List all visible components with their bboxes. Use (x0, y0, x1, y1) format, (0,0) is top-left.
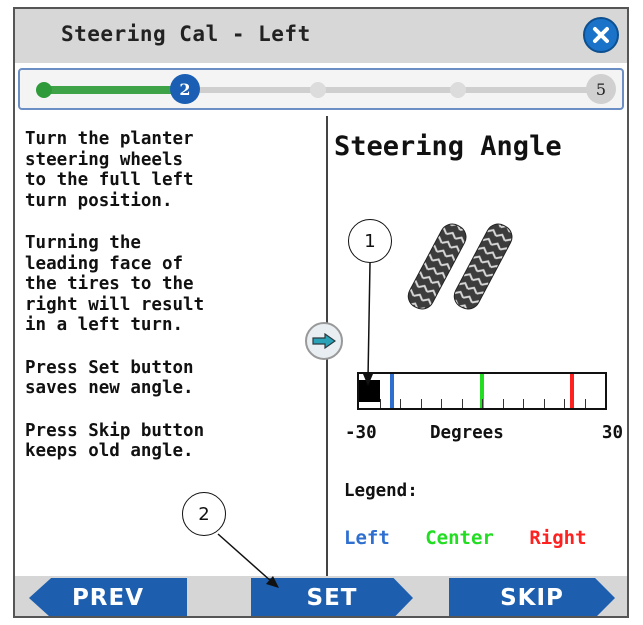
progress-step-3 (310, 82, 326, 98)
gauge-tick (502, 399, 504, 408)
gauge-tick (564, 399, 565, 408)
gauge-max-label: 30 (601, 423, 623, 443)
tires-icon (400, 217, 520, 321)
legend-center: Center (425, 527, 494, 549)
instruction-text: Turn the planter steering wheels to the … (25, 129, 194, 211)
legend-left: Left (344, 527, 390, 549)
progress-current-step: 2 (170, 74, 200, 104)
panel-toggle-button[interactable] (305, 322, 343, 360)
callout-1: 1 (348, 219, 392, 263)
set-button[interactable]: SET (251, 578, 413, 616)
legend: Left Center Right (344, 527, 611, 549)
steering-angle-title: Steering Angle (334, 131, 562, 162)
instruction-text: Press Skip button keeps old angle. (25, 420, 205, 462)
steering-cal-dialog: Steering Cal - Left 2 5 Turn the planter… (13, 7, 629, 618)
gauge-tick (482, 399, 483, 408)
wizard-progress-bar: 2 5 (18, 68, 624, 110)
instructions-panel: Turn the planter steering wheels to the … (25, 129, 317, 484)
progress-step-1 (36, 82, 52, 98)
close-button[interactable] (583, 17, 619, 53)
gauge-tick (420, 399, 422, 408)
current-angle-bar (359, 380, 380, 402)
bottom-nav-bar: PREV SET SKIP (15, 576, 627, 616)
prev-button[interactable]: PREV (29, 578, 187, 616)
gauge-tick (379, 399, 381, 408)
left-marker (389, 374, 394, 408)
title-bar: Steering Cal - Left (15, 9, 627, 63)
progress-total-steps: 5 (586, 74, 616, 104)
instruction-text: Turning the leading face of the tires to… (25, 233, 205, 335)
gauge-tick (461, 399, 463, 408)
skip-button[interactable]: SKIP (449, 578, 615, 616)
gauge-tick (523, 399, 524, 408)
gauge-tick (400, 399, 401, 408)
progress-step-4 (450, 82, 466, 98)
gauge-min-label: -30 (345, 423, 377, 443)
gauge-tick (543, 399, 545, 408)
legend-title: Legend: (344, 481, 418, 501)
close-icon (593, 27, 609, 43)
instruction-text: Press Set button saves new angle. (25, 357, 194, 399)
gauge-tick (441, 399, 442, 408)
gauge-tick (584, 399, 586, 408)
gauge-unit-label: Degrees (430, 423, 504, 443)
legend-right: Right (529, 527, 587, 549)
window-title: Steering Cal - Left (61, 22, 311, 46)
right-marker (570, 374, 575, 408)
steering-angle-gauge (357, 372, 607, 410)
callout-2: 2 (182, 492, 226, 536)
arrow-right-icon (312, 333, 336, 349)
